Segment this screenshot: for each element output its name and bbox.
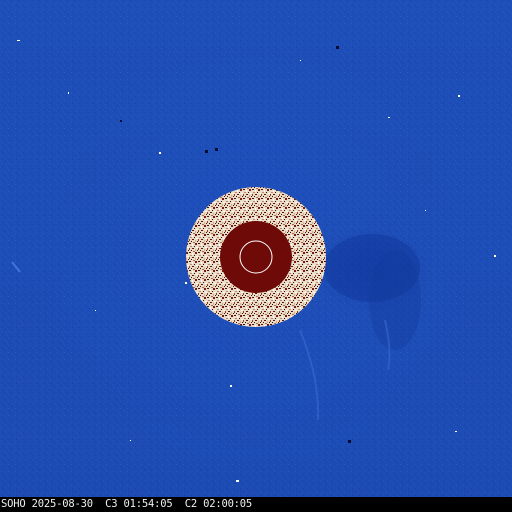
c2-time: 02:00:05: [203, 498, 253, 510]
caption-bar: SOHO 2025-08-30 C3 01:54:05 C2 02:00:05: [0, 497, 512, 512]
sky-field: [0, 0, 512, 497]
date-label: 2025-08-30: [31, 498, 93, 510]
c3-time: 01:54:05: [123, 498, 173, 510]
caption-text: SOHO 2025-08-30 C3 01:54:05 C2 02:00:05: [1, 497, 252, 512]
c2-label: C2: [184, 498, 197, 510]
c3-label: C3: [105, 498, 118, 510]
coronagraph-image: SOHO 2025-08-30 C3 01:54:05 C2 02:00:05: [0, 0, 512, 512]
coronagraph-graphic: [0, 0, 512, 497]
observatory-label: SOHO: [1, 498, 26, 510]
